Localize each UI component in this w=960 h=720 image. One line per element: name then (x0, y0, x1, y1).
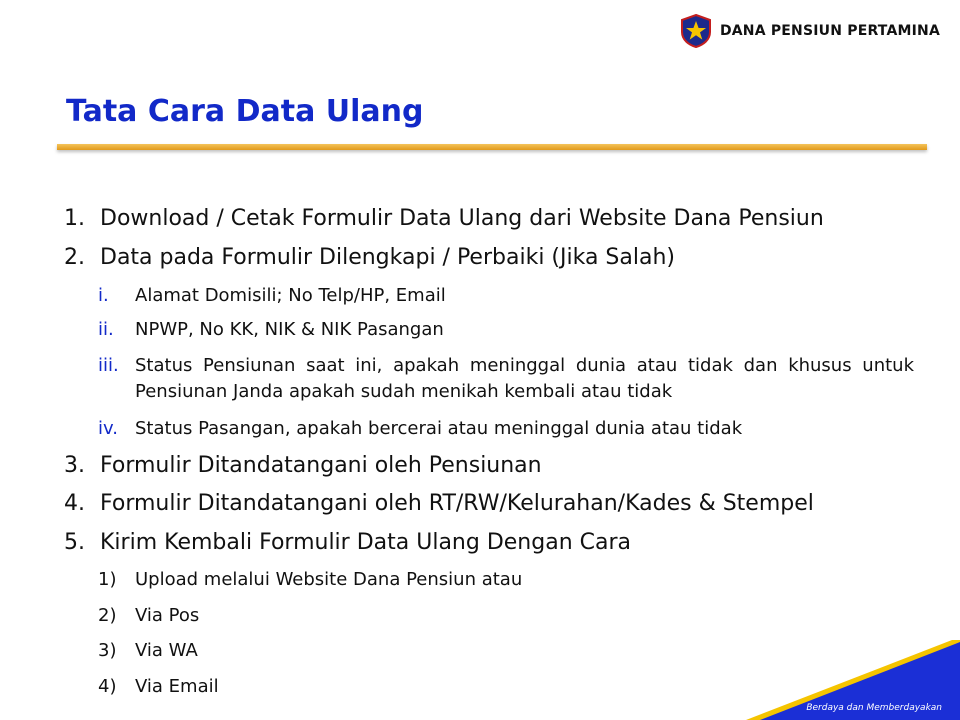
sub-item-number: 3) (98, 640, 117, 661)
list-item: 2. Data pada Formulir Dilengkapi / Perba… (64, 245, 864, 271)
item-number: 5. (64, 530, 85, 555)
sub-item-number: 1) (98, 569, 117, 590)
title-underline (57, 144, 927, 150)
pertamina-logo-icon (680, 14, 711, 48)
sub-item-text: Status Pensiunan saat ini, apakah mening… (135, 355, 914, 402)
sub-list-item: iv. Status Pasangan, apakah bercerai ata… (98, 416, 914, 442)
sub-item-text: Via Pos (135, 605, 200, 626)
item-number: 3. (64, 453, 85, 478)
brand-header: DANA PENSIUN PERTAMINA (680, 14, 940, 48)
sub-item-number: iii. (98, 355, 119, 376)
item-text: Data pada Formulir Dilengkapi / Perbaiki… (100, 245, 675, 270)
page-title: Tata Cara Data Ulang (66, 94, 424, 129)
sub-list-item: 1) Upload melalui Website Dana Pensiun a… (98, 567, 914, 593)
sub-list-item: 2) Via Pos (98, 603, 914, 629)
sub-item-text: Upload melalui Website Dana Pensiun atau (135, 569, 523, 590)
list-item: 5. Kirim Kembali Formulir Data Ulang Den… (64, 530, 864, 556)
list-item: 4. Formulir Ditandatangani oleh RT/RW/Ke… (64, 491, 864, 517)
sub-list-item: i. Alamat Domisili; No Telp/HP, Email (98, 283, 914, 309)
item-number: 1. (64, 206, 85, 231)
sub-item-text: Status Pasangan, apakah bercerai atau me… (135, 418, 743, 439)
item-number: 2. (64, 245, 85, 270)
item-number: 4. (64, 491, 85, 516)
org-name: DANA PENSIUN PERTAMINA (719, 23, 940, 39)
sub-list-item: iii. Status Pensiunan saat ini, apakah m… (98, 353, 914, 405)
item-text: Kirim Kembali Formulir Data Ulang Dengan… (100, 530, 631, 555)
list-item: 3. Formulir Ditandatangani oleh Pensiuna… (64, 453, 864, 479)
footer-tagline: Berdaya dan Memberdayakan (806, 703, 942, 713)
sub-item-number: 2) (98, 605, 117, 626)
item-text: Formulir Ditandatangani oleh RT/RW/Kelur… (100, 491, 814, 516)
sub-item-number: i. (98, 285, 109, 306)
sub-list-item: ii. NPWP, No KK, NIK & NIK Pasangan (98, 317, 914, 343)
item-text: Download / Cetak Formulir Data Ulang dar… (100, 206, 824, 231)
sub-item-number: 4) (98, 676, 117, 697)
sub-item-number: iv. (98, 418, 118, 439)
sub-item-text: NPWP, No KK, NIK & NIK Pasangan (135, 319, 444, 340)
sub-item-number: ii. (98, 319, 114, 340)
list-item: 1. Download / Cetak Formulir Data Ulang … (64, 206, 864, 232)
item-text: Formulir Ditandatangani oleh Pensiunan (100, 453, 542, 478)
sub-item-text: Alamat Domisili; No Telp/HP, Email (135, 285, 446, 306)
